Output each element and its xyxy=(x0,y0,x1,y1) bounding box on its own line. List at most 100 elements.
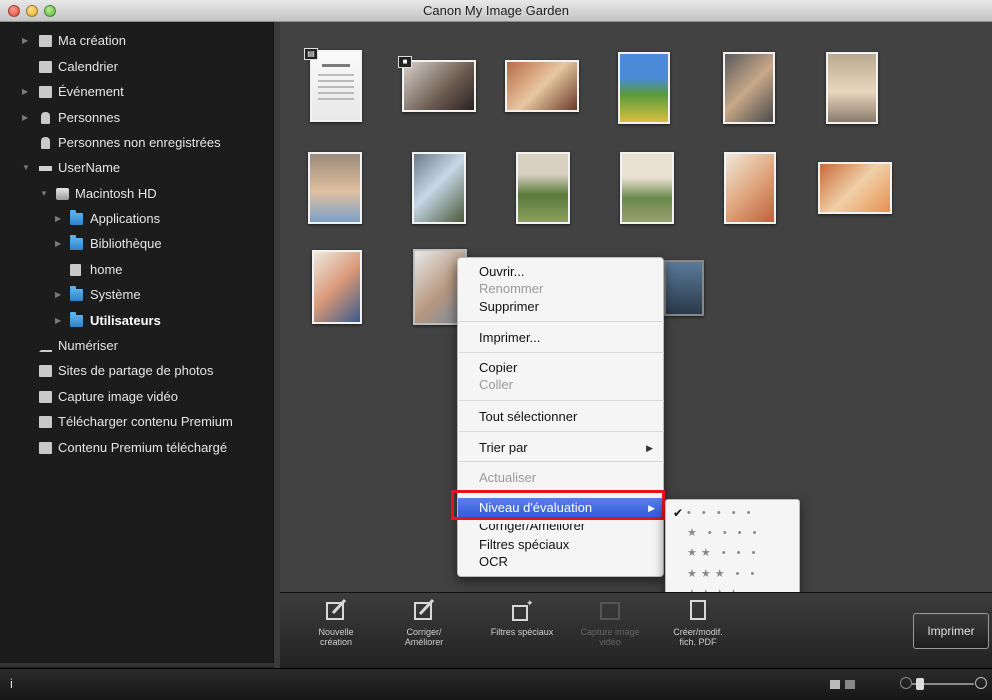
thumbnail-pdf[interactable] xyxy=(310,50,362,122)
folder-icon xyxy=(70,235,83,250)
disclosure-triangle-icon[interactable]: ▶ xyxy=(22,30,28,52)
menu-item-copy[interactable]: Copier xyxy=(479,360,517,375)
special-filters-icon: ✦ xyxy=(512,598,534,621)
thumbnail-photo[interactable] xyxy=(620,152,674,224)
photo-sharing-icon xyxy=(39,365,52,377)
menu-item-ocr[interactable]: OCR xyxy=(479,554,508,569)
thumbnail-photo[interactable] xyxy=(505,60,579,112)
person-icon xyxy=(41,112,50,124)
zoom-in-icon[interactable] xyxy=(975,677,987,689)
rating-stars: ★★ • • • xyxy=(687,547,760,559)
thumbnail-photo[interactable] xyxy=(402,60,476,112)
thumbnail-photo[interactable] xyxy=(308,152,362,224)
zoom-out-icon[interactable] xyxy=(900,677,912,689)
menu-item-special-filters[interactable]: Filtres spéciaux xyxy=(479,537,569,552)
pdf-icon xyxy=(690,600,706,620)
folder-icon xyxy=(70,312,83,327)
sidebar-item-bibliotheque[interactable]: ▶ Bibliothèque xyxy=(0,233,274,255)
sidebar: ▶ Ma création Calendrier ▶ Événement ▶ P… xyxy=(0,22,274,668)
new-creation-icon xyxy=(326,598,347,620)
sidebar-item-home[interactable]: home xyxy=(0,259,274,281)
sidebar-item-ma-creation[interactable]: ▶ Ma création xyxy=(0,30,274,52)
sidebar-item-evenement[interactable]: ▶ Événement xyxy=(0,81,274,103)
sidebar-item-numeriser[interactable]: Numériser xyxy=(0,335,274,357)
menu-item-print[interactable]: Imprimer... xyxy=(479,330,540,345)
print-button[interactable]: Imprimer xyxy=(913,613,989,649)
zoom-window-button[interactable] xyxy=(44,5,56,17)
sidebar-item-applications[interactable]: ▶ Applications xyxy=(0,208,274,230)
disclosure-triangle-open-icon[interactable]: ▼ xyxy=(40,183,48,205)
sidebar-item-macintosh-hd[interactable]: ▼ Macintosh HD xyxy=(0,183,274,205)
sidebar-item-username[interactable]: ▼ UserName xyxy=(0,157,274,179)
thumbnail-photo[interactable] xyxy=(412,152,466,224)
sidebar-item-systeme[interactable]: ▶ Système xyxy=(0,284,274,306)
close-window-button[interactable] xyxy=(8,5,20,17)
menu-separator xyxy=(459,352,664,353)
menu-item-paste: Coller xyxy=(479,377,513,392)
download-premium-icon xyxy=(39,416,52,428)
home-icon xyxy=(70,264,81,276)
sidebar-scrollbar[interactable] xyxy=(0,663,274,667)
menu-separator xyxy=(459,400,664,401)
my-creation-icon xyxy=(39,35,52,47)
info-icon[interactable]: i xyxy=(10,676,13,691)
menu-separator xyxy=(459,461,664,462)
disclosure-triangle-icon[interactable]: ▶ xyxy=(55,208,61,230)
window-title: Canon My Image Garden xyxy=(423,3,569,18)
sidebar-item-premium-telecharge[interactable]: Contenu Premium téléchargé xyxy=(0,437,274,459)
disclosure-triangle-icon[interactable]: ▶ xyxy=(55,310,61,332)
rating-stars: • • • • • xyxy=(687,507,755,519)
rating-option-3[interactable]: ★★★ • • xyxy=(666,564,801,584)
sidebar-item-personnes-non-enregistrees[interactable]: Personnes non enregistrées xyxy=(0,132,274,154)
menu-item-rename: Renommer xyxy=(479,281,544,296)
svg-text:✦: ✦ xyxy=(526,598,534,608)
sidebar-item-telecharger-premium[interactable]: Télécharger contenu Premium xyxy=(0,411,274,433)
menu-separator xyxy=(459,431,664,432)
disclosure-triangle-icon[interactable]: ▶ xyxy=(22,81,28,103)
menu-item-correct-enhance[interactable]: Corriger/Améliorer xyxy=(479,524,585,533)
sidebar-item-sites-partage[interactable]: Sites de partage de photos xyxy=(0,360,274,382)
thumbnail-photo[interactable] xyxy=(664,260,704,316)
new-creation-button[interactable]: Nouvelle création xyxy=(302,597,370,647)
list-view-icon[interactable] xyxy=(845,680,855,689)
bottom-toolbar: Nouvelle création Corriger/ Améliorer ✦ … xyxy=(280,592,992,668)
menu-item-refresh: Actualiser xyxy=(479,470,537,485)
context-menu: Ouvrir... Renommer Supprimer Imprimer...… xyxy=(457,257,665,577)
thumbnail-photo[interactable] xyxy=(312,250,362,324)
folder-icon xyxy=(70,210,83,225)
menu-item-sort-by[interactable]: Trier par xyxy=(479,440,528,455)
pdf-button[interactable]: Créer/modif. fich. PDF xyxy=(664,597,732,647)
thumbnail-photo[interactable] xyxy=(818,162,892,214)
thumbnail-photo[interactable] xyxy=(826,52,878,124)
thumbnail-photo[interactable] xyxy=(724,152,776,224)
computer-icon xyxy=(39,166,52,171)
window-titlebar: Canon My Image Garden xyxy=(0,0,992,22)
grid-view-icon[interactable] xyxy=(830,680,840,689)
thumbnail-photo[interactable] xyxy=(618,52,670,124)
menu-item-open[interactable]: Ouvrir... xyxy=(479,264,525,279)
disclosure-triangle-icon[interactable]: ▶ xyxy=(55,233,61,255)
folder-icon xyxy=(70,286,83,301)
sidebar-item-utilisateurs[interactable]: ▶ Utilisateurs xyxy=(0,310,274,332)
disclosure-triangle-icon[interactable]: ▶ xyxy=(55,284,61,306)
correct-enhance-icon xyxy=(414,598,435,620)
folder-icon xyxy=(39,442,52,454)
sidebar-item-personnes[interactable]: ▶ Personnes xyxy=(0,107,274,129)
sidebar-item-capture-video[interactable]: Capture image vidéo xyxy=(0,386,274,408)
rating-option-2[interactable]: ★★ • • • xyxy=(666,543,801,563)
disclosure-triangle-open-icon[interactable]: ▼ xyxy=(22,157,30,179)
menu-item-select-all[interactable]: Tout sélectionner xyxy=(479,409,577,424)
menu-item-delete[interactable]: Supprimer xyxy=(479,299,539,314)
thumbnail-photo[interactable] xyxy=(723,52,775,124)
special-filters-button[interactable]: ✦ Filtres spéciaux xyxy=(488,597,556,637)
rating-option-1[interactable]: ★ • • • • xyxy=(666,523,801,543)
rating-option-0[interactable]: ✔ • • • • • xyxy=(666,503,801,523)
minimize-window-button[interactable] xyxy=(26,5,38,17)
disclosure-triangle-icon[interactable]: ▶ xyxy=(22,107,28,129)
calendar-icon xyxy=(39,61,52,73)
correct-enhance-button[interactable]: Corriger/ Améliorer xyxy=(390,597,458,647)
zoom-slider-handle[interactable] xyxy=(916,678,924,690)
sidebar-item-calendrier[interactable]: Calendrier xyxy=(0,56,274,78)
rating-stars: ★ • • • • xyxy=(687,527,761,539)
thumbnail-photo[interactable] xyxy=(516,152,570,224)
